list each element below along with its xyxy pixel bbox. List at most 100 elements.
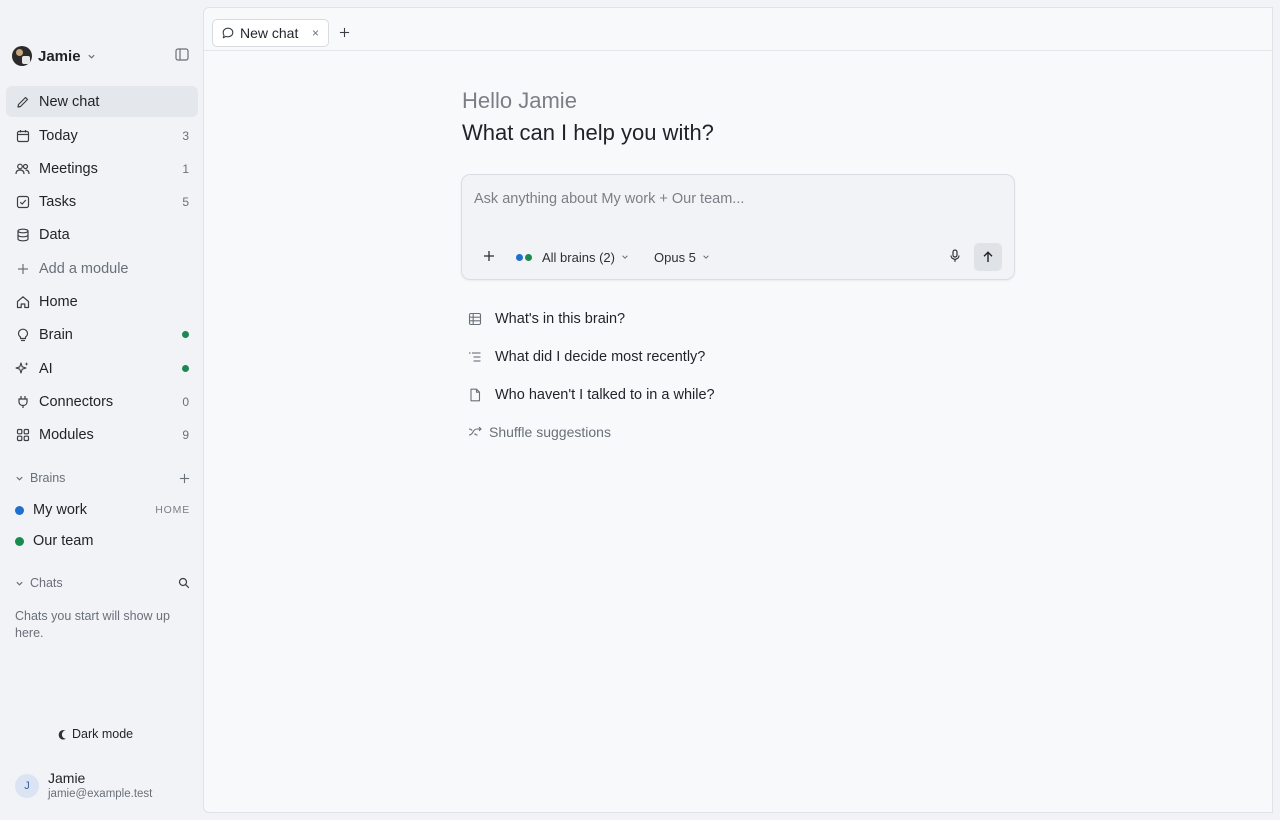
sidebar-item-label: Modules bbox=[39, 426, 94, 443]
tab-new-chat[interactable]: New chat × bbox=[212, 19, 329, 47]
chats-section-header[interactable]: Chats bbox=[15, 574, 190, 592]
page-title: What can I help you with? bbox=[462, 120, 714, 145]
workspace-name: Jamie bbox=[38, 47, 81, 65]
sidebar-item-ai[interactable]: AI bbox=[6, 353, 198, 384]
new-tab-button[interactable] bbox=[335, 23, 353, 41]
suggestion-label: Who haven't I talked to in a while? bbox=[495, 387, 715, 403]
shuffle-suggestions-button[interactable]: Shuffle suggestions bbox=[468, 422, 611, 442]
chevron-down-icon bbox=[702, 253, 710, 261]
lightbulb-icon bbox=[15, 327, 30, 342]
sidebar-item-label: New chat bbox=[39, 93, 100, 110]
sidebar-item-label: Meetings bbox=[39, 160, 98, 177]
model-selector[interactable]: Opus 5 bbox=[654, 248, 710, 266]
sidebar: Jamie New chat Today 3 Meetings 1 Tasks … bbox=[0, 0, 203, 820]
suggestion-label: What's in this brain? bbox=[495, 311, 626, 327]
brain-item-my-work[interactable]: My work HOME bbox=[15, 499, 190, 521]
brain-color-dot bbox=[15, 505, 24, 515]
database-icon bbox=[15, 227, 30, 242]
table-icon bbox=[468, 312, 482, 326]
chevron-down-icon bbox=[621, 253, 629, 261]
sidebar-item-connectors[interactable]: Connectors 0 bbox=[6, 386, 198, 417]
sidebar-item-label: Connectors bbox=[39, 393, 114, 410]
status-dot bbox=[182, 365, 189, 372]
sidebar-item-label: Add a module bbox=[39, 260, 129, 277]
greeting: Hello Jamie bbox=[462, 88, 577, 113]
send-button[interactable] bbox=[974, 243, 1002, 271]
sidebar-item-tasks[interactable]: Tasks 5 bbox=[6, 186, 198, 217]
brain-selector[interactable]: All brains (2) bbox=[516, 248, 629, 266]
search-icon[interactable] bbox=[178, 577, 190, 589]
brain-item-our-team[interactable]: Our team bbox=[15, 530, 190, 552]
attach-button[interactable] bbox=[481, 248, 497, 264]
chats-heading: Chats bbox=[30, 576, 63, 590]
sidebar-item-today[interactable]: Today 3 bbox=[6, 120, 198, 151]
plus-icon bbox=[339, 27, 349, 37]
suggestion-item[interactable]: Who haven't I talked to in a while? bbox=[468, 384, 768, 406]
add-brain-icon[interactable] bbox=[179, 473, 190, 484]
dark-mode-toggle[interactable]: Dark mode bbox=[58, 724, 133, 744]
sidebar-item-home[interactable]: Home bbox=[6, 286, 198, 317]
sidebar-item-label: Today bbox=[39, 127, 78, 144]
tab-bar: New chat × bbox=[204, 8, 1272, 51]
grid-icon bbox=[15, 427, 30, 442]
chevron-down-icon bbox=[87, 52, 96, 61]
pencil-icon bbox=[15, 94, 30, 109]
user-profile[interactable]: J Jamie jamie@example.test bbox=[15, 770, 195, 802]
calendar-icon bbox=[15, 128, 30, 143]
brain-name: My work bbox=[33, 502, 87, 518]
chat-bubble-icon bbox=[222, 27, 234, 39]
workspace-avatar bbox=[12, 46, 32, 66]
sidebar-item-label: Tasks bbox=[39, 193, 77, 210]
sidebar-item-brain[interactable]: Brain bbox=[6, 319, 198, 350]
sidebar-item-count: 5 bbox=[182, 194, 189, 209]
main-panel: New chat × Hello Jamie What can I help y… bbox=[203, 7, 1273, 813]
suggestion-item[interactable]: What did I decide most recently? bbox=[468, 346, 768, 368]
suggestion-item[interactable]: What's in this brain? bbox=[468, 308, 768, 330]
status-dot bbox=[182, 331, 189, 338]
chats-empty-state: Chats you start will show up here. bbox=[15, 609, 170, 640]
composer: All brains (2) Opus 5 bbox=[461, 174, 1015, 280]
suggestion-label: What did I decide most recently? bbox=[495, 349, 706, 365]
chat-input[interactable] bbox=[474, 188, 994, 210]
plug-icon bbox=[15, 394, 30, 409]
sidebar-item-data[interactable]: Data bbox=[6, 219, 198, 250]
close-icon[interactable]: × bbox=[312, 27, 319, 39]
brain-selector-label: All brains (2) bbox=[542, 249, 615, 265]
sidebar-item-meetings[interactable]: Meetings 1 bbox=[6, 153, 198, 184]
sidebar-item-add-module[interactable]: Add a module bbox=[6, 253, 198, 284]
user-name: Jamie bbox=[48, 770, 86, 786]
sidebar-item-label: AI bbox=[39, 360, 53, 377]
people-icon bbox=[15, 161, 30, 176]
shuffle-icon bbox=[468, 426, 482, 438]
moon-icon bbox=[58, 729, 69, 740]
brain-dots-icon bbox=[516, 253, 534, 261]
tab-label: New chat bbox=[240, 25, 299, 41]
workspace-switcher[interactable]: Jamie bbox=[12, 45, 192, 67]
microphone-icon[interactable] bbox=[947, 248, 963, 264]
sidebar-item-modules[interactable]: Modules 9 bbox=[6, 419, 198, 450]
brains-section-header[interactable]: Brains bbox=[15, 469, 190, 487]
sidebar-item-new-chat[interactable]: New chat bbox=[6, 86, 198, 117]
sidebar-item-label: Brain bbox=[39, 326, 73, 343]
brains-heading: Brains bbox=[30, 471, 66, 485]
list-icon bbox=[468, 350, 482, 364]
avatar: J bbox=[15, 774, 39, 798]
home-badge: HOME bbox=[155, 504, 190, 516]
sidebar-item-count: 3 bbox=[182, 128, 189, 143]
shuffle-label: Shuffle suggestions bbox=[489, 424, 611, 440]
document-icon bbox=[468, 388, 482, 402]
sidebar-toggle-icon[interactable] bbox=[173, 45, 191, 63]
arrow-up-icon bbox=[983, 251, 993, 262]
home-icon bbox=[15, 294, 30, 309]
chevron-down-icon bbox=[15, 579, 24, 588]
plus-icon bbox=[484, 251, 494, 261]
sidebar-item-label: Home bbox=[39, 293, 78, 310]
sidebar-item-count: 9 bbox=[182, 427, 189, 442]
sidebar-item-count: 0 bbox=[182, 394, 189, 409]
sparkle-icon bbox=[15, 361, 30, 376]
dark-mode-label: Dark mode bbox=[72, 727, 134, 741]
sidebar-item-label: Data bbox=[39, 226, 70, 243]
brain-name: Our team bbox=[33, 533, 94, 549]
checkbox-icon bbox=[15, 194, 30, 209]
brain-color-dot bbox=[15, 536, 24, 546]
